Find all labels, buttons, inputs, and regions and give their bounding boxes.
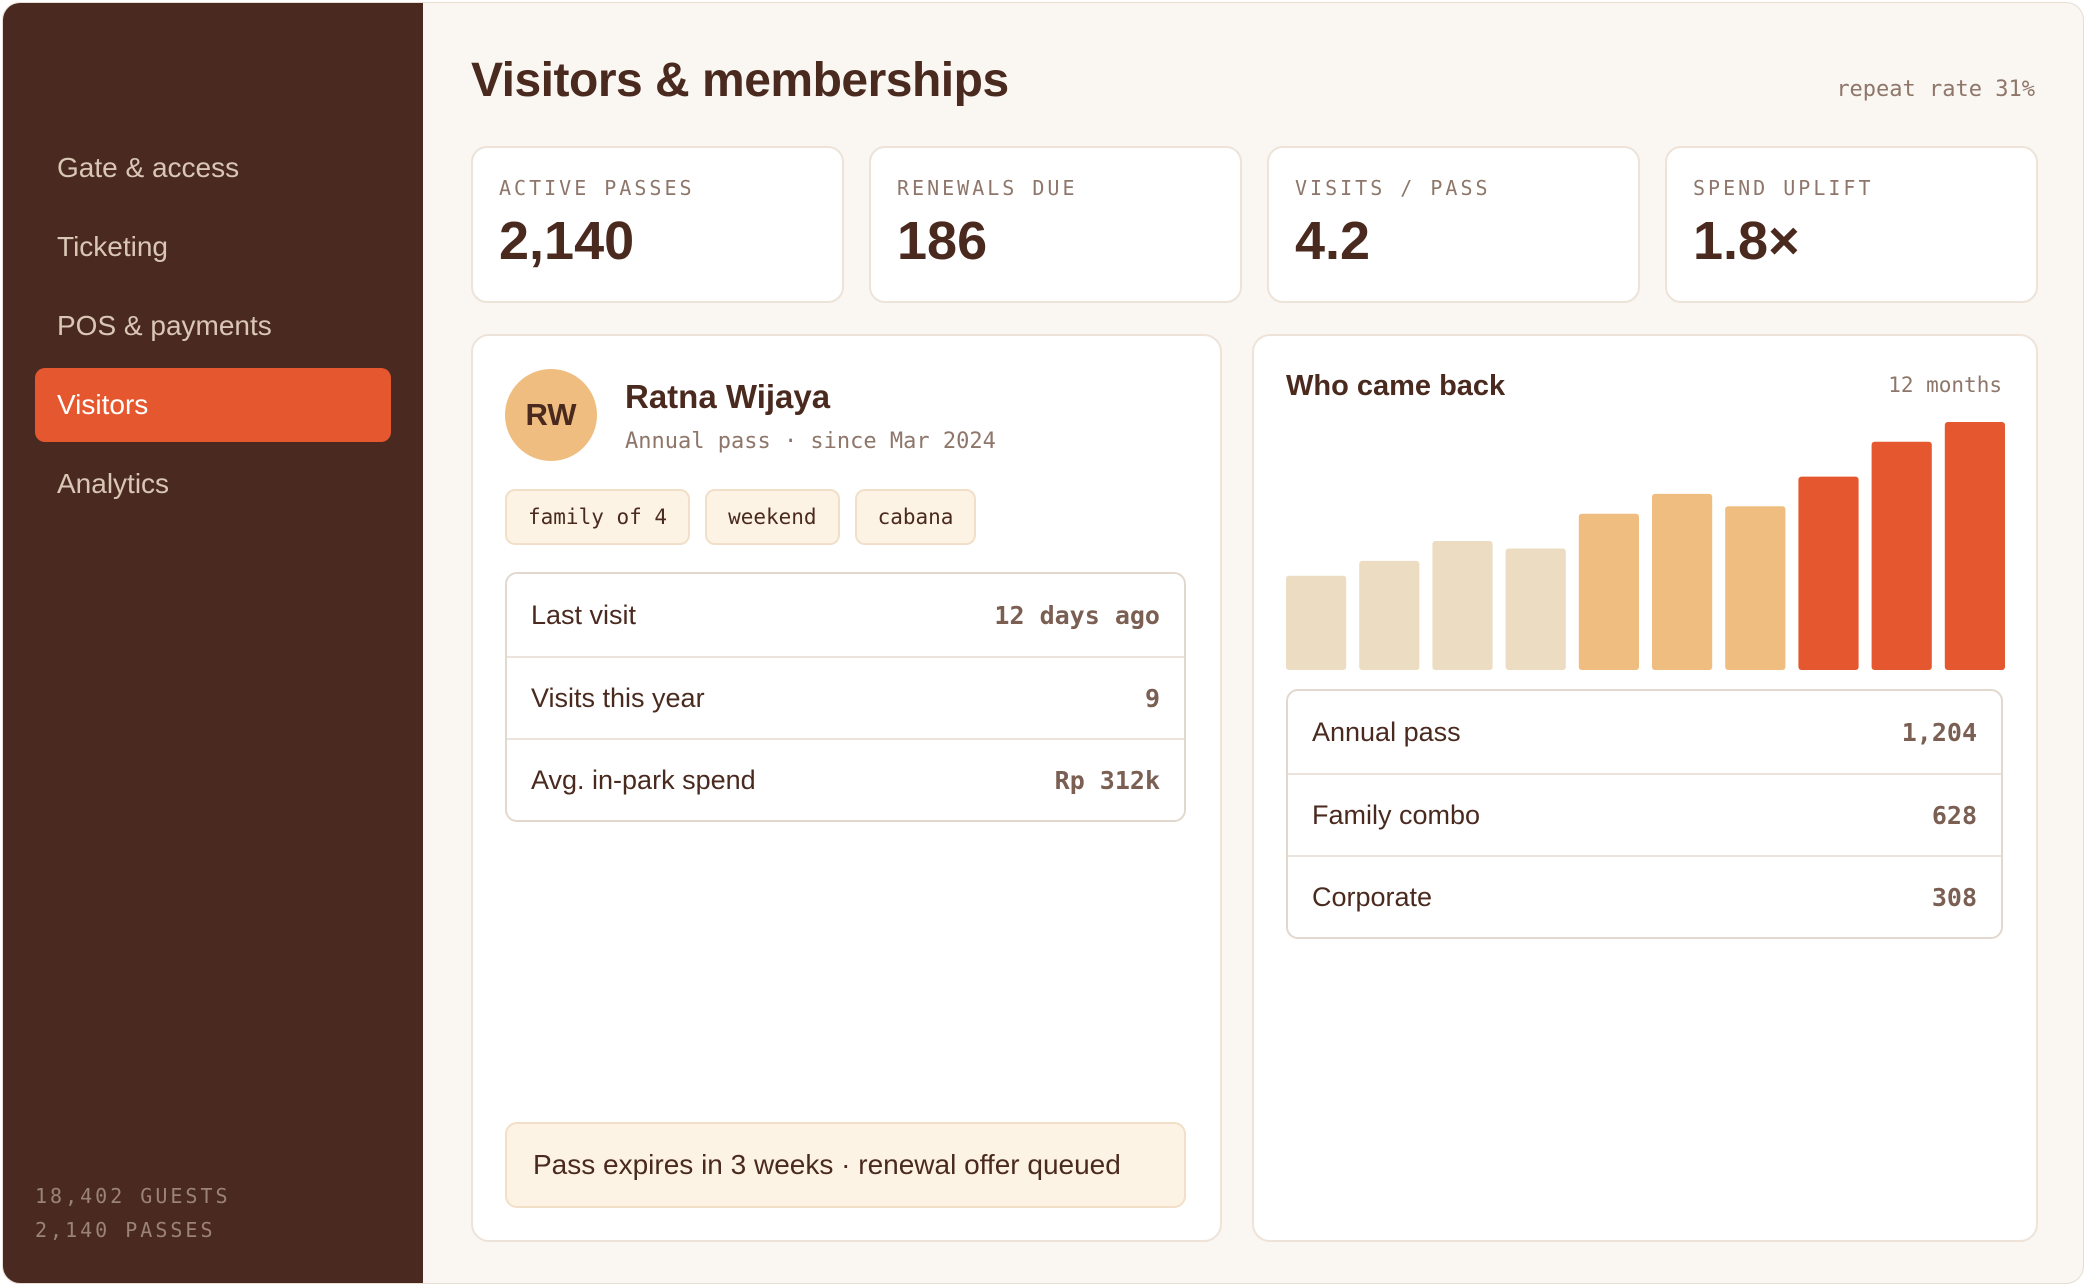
- stat-value: Rp 312k: [1054, 765, 1160, 795]
- bar-1: [1286, 575, 1347, 670]
- stat-label: Last visit: [531, 599, 637, 630]
- visitor-name: Ratna Wijaya: [625, 378, 831, 415]
- bar-2: [1359, 560, 1420, 670]
- renewal-notice[interactable]: Pass expires in 3 weeks · renewal offer …: [505, 1122, 1186, 1208]
- bar-chart-svg: [1286, 422, 2005, 670]
- breakdown-label: Family combo: [1312, 799, 1481, 830]
- range-label: 12 months: [1888, 373, 2002, 397]
- kpi-value: 186: [897, 211, 988, 271]
- tag-family: family of 4: [505, 489, 691, 545]
- sidebar-nav: Gate & access Ticketing POS & payments V…: [35, 131, 391, 526]
- bar-8: [1798, 476, 1859, 670]
- breakdown-value: 1,204: [1901, 717, 1977, 747]
- kpi-label: RENEWALS DUE: [897, 176, 1078, 200]
- tag-weekend: weekend: [705, 489, 840, 545]
- visitor-profile-card: RW Ratna Wijaya Annual pass · since Mar …: [471, 334, 1222, 1242]
- sidebar-item-ticketing[interactable]: Ticketing: [35, 210, 391, 284]
- page-title: Visitors & memberships: [471, 54, 1009, 107]
- guest-count: 18,402 GUESTS: [35, 1184, 231, 1208]
- breakdown-label: Corporate: [1312, 881, 1433, 912]
- stat-row-avg-spend: Avg. in-park spend Rp 312k: [507, 738, 1184, 820]
- stat-row-visits-year: Visits this year 9: [507, 656, 1184, 738]
- bar-10: [1944, 422, 2005, 670]
- kpi-label: VISITS / PASS: [1295, 176, 1491, 200]
- app-window: Gate & access Ticketing POS & payments V…: [2, 2, 2084, 1284]
- kpi-row: ACTIVE PASSES 2,140 RENEWALS DUE 186 VIS…: [471, 146, 2038, 303]
- stat-row-last-visit: Last visit 12 days ago: [507, 574, 1184, 656]
- bar-3: [1432, 541, 1493, 670]
- bar-6: [1652, 493, 1713, 670]
- bar-9: [1871, 441, 1932, 670]
- visitor-pass-info: Annual pass · since Mar 2024: [625, 429, 996, 454]
- return-breakdown-table: Annual pass 1,204 Family combo 628 Corpo…: [1286, 689, 2003, 939]
- bar-5: [1578, 513, 1639, 670]
- who-came-back-card: Who came back 12 months Annual pass 1,20…: [1252, 334, 2038, 1242]
- sidebar-item-analytics[interactable]: Analytics: [35, 447, 391, 521]
- card-title: Who came back: [1286, 370, 1506, 402]
- kpi-value: 4.2: [1295, 211, 1371, 271]
- stat-label: Visits this year: [531, 682, 705, 713]
- pass-count: 2,140 PASSES: [35, 1218, 216, 1242]
- tag-cabana: cabana: [854, 489, 977, 545]
- stat-value: 9: [1144, 683, 1160, 713]
- return-bar-chart: [1286, 422, 2005, 670]
- visitor-stats-table: Last visit 12 days ago Visits this year …: [505, 572, 1186, 822]
- stat-value: 12 days ago: [994, 600, 1160, 630]
- bar-4: [1505, 548, 1566, 670]
- sidebar-item-gate-access[interactable]: Gate & access: [35, 131, 391, 205]
- kpi-label: SPEND UPLIFT: [1693, 176, 1874, 200]
- kpi-visits-per-pass: VISITS / PASS 4.2: [1267, 146, 1640, 303]
- kpi-value: 2,140: [499, 211, 635, 271]
- stat-label: Avg. in-park spend: [531, 764, 756, 795]
- repeat-rate: repeat rate 31%: [1836, 77, 2035, 102]
- breakdown-row-family: Family combo 628: [1288, 773, 2001, 855]
- sidebar-item-pos-payments[interactable]: POS & payments: [35, 289, 391, 363]
- kpi-value: 1.8×: [1693, 211, 1800, 271]
- breakdown-value: 628: [1931, 800, 1977, 830]
- kpi-renewals-due: RENEWALS DUE 186: [869, 146, 1242, 303]
- kpi-spend-uplift: SPEND UPLIFT 1.8×: [1665, 146, 2038, 303]
- bar-7: [1725, 506, 1786, 670]
- kpi-active-passes: ACTIVE PASSES 2,140: [471, 146, 844, 303]
- breakdown-label: Annual pass: [1312, 716, 1461, 747]
- breakdown-row-corporate: Corporate 308: [1288, 855, 2001, 937]
- breakdown-row-annual: Annual pass 1,204: [1288, 691, 2001, 773]
- visitor-tags: family of 4 weekend cabana: [505, 489, 977, 545]
- sidebar: Gate & access Ticketing POS & payments V…: [3, 3, 423, 1283]
- breakdown-value: 308: [1931, 882, 1977, 912]
- kpi-label: ACTIVE PASSES: [499, 176, 695, 200]
- sidebar-footer: 18,402 GUESTS 2,140 PASSES: [35, 1179, 231, 1247]
- sidebar-item-visitors[interactable]: Visitors: [35, 368, 391, 442]
- avatar: RW: [505, 369, 597, 461]
